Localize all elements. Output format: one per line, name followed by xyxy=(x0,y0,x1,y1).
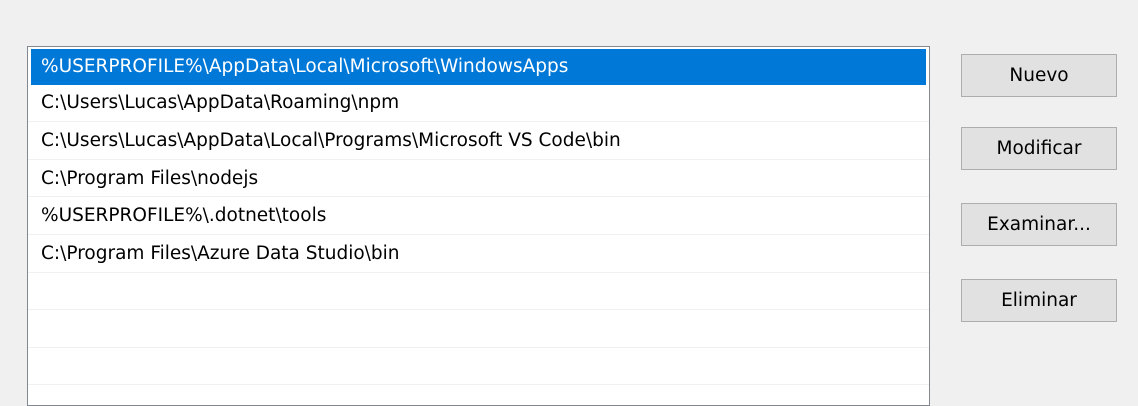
path-entry[interactable]: C:\Users\Lucas\AppData\Roaming\npm xyxy=(28,85,929,123)
path-entry[interactable]: C:\Program Files\Azure Data Studio\bin xyxy=(28,235,929,273)
empty-path-row[interactable] xyxy=(28,310,929,348)
empty-path-row[interactable] xyxy=(28,273,929,311)
path-entry[interactable]: %USERPROFILE%\AppData\Local\Microsoft\Wi… xyxy=(31,49,926,85)
new-button[interactable]: Nuevo xyxy=(961,54,1117,97)
path-entry[interactable]: C:\Users\Lucas\AppData\Local\Programs\Mi… xyxy=(28,122,929,160)
edit-button[interactable]: Modificar xyxy=(961,127,1117,170)
path-entry[interactable]: %USERPROFILE%\.dotnet\tools xyxy=(28,197,929,235)
empty-path-row[interactable] xyxy=(28,348,929,386)
path-entry[interactable]: C:\Program Files\nodejs xyxy=(28,160,929,198)
browse-button[interactable]: Examinar... xyxy=(961,203,1117,246)
path-entries-list[interactable]: %USERPROFILE%\AppData\Local\Microsoft\Wi… xyxy=(27,46,930,406)
delete-button[interactable]: Eliminar xyxy=(961,279,1117,322)
